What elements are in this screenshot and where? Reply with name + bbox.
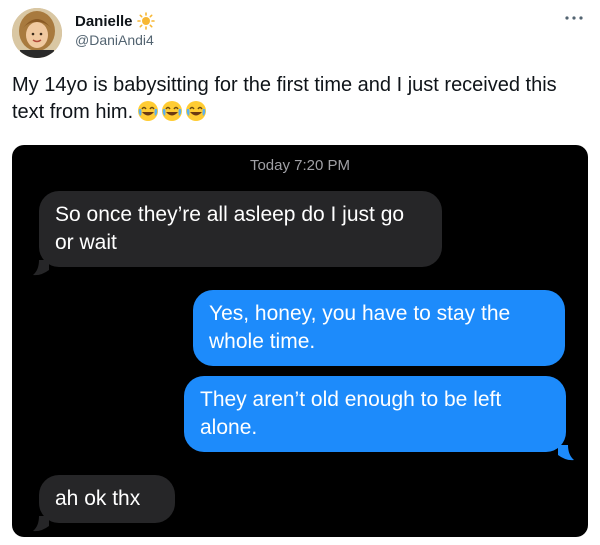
message-timestamp: Today 7:20 PM	[249, 157, 351, 174]
tweet-header: Danielle @DaniAndi4	[12, 8, 588, 60]
handle[interactable]: @DaniAndi4	[75, 32, 154, 48]
face-with-tears-of-joy-icon	[137, 100, 159, 122]
tweet-body: My 14yo is babysitting for the first tim…	[12, 74, 557, 123]
outgoing-bubble-tail	[558, 445, 574, 461]
outgoing-message-bubble: Yes, honey, you have to stay the whole t…	[193, 290, 565, 366]
display-name[interactable]: Danielle	[75, 13, 133, 30]
outgoing-message-bubble: They aren’t old enough to be left alone.	[184, 376, 566, 452]
incoming-bubble-tail	[33, 516, 49, 532]
incoming-message-bubble: ah ok thx	[39, 475, 175, 523]
name-row: Danielle	[75, 12, 155, 30]
face-with-tears-of-joy-icon	[185, 100, 207, 122]
incoming-bubble-tail	[33, 260, 49, 276]
avatar[interactable]	[12, 8, 62, 58]
more-options-icon[interactable]	[560, 8, 588, 32]
sun-icon	[136, 12, 155, 30]
tweet-text: My 14yo is babysitting for the first tim…	[12, 72, 582, 130]
incoming-message-bubble: So once they’re all asleep do I just go …	[39, 191, 442, 267]
emoji-group	[137, 100, 209, 130]
messages-screenshot: Today 7:20 PM So once they’re all asleep…	[12, 145, 588, 537]
face-with-tears-of-joy-icon	[161, 100, 183, 122]
